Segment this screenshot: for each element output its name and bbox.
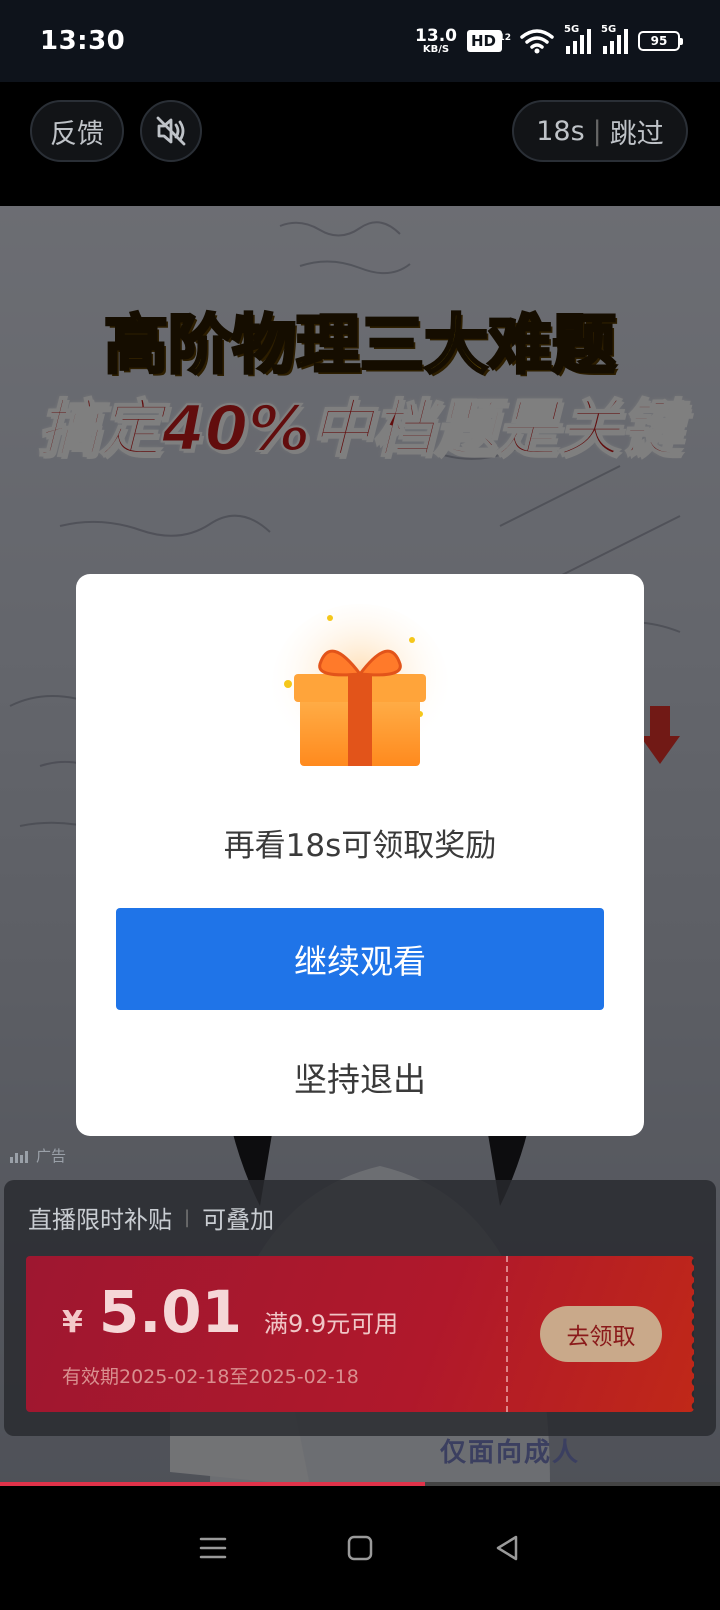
wifi-icon: [520, 29, 554, 54]
reward-dialog: 再看18s可领取奖励 继续观看 坚持退出: [76, 574, 644, 1136]
hd-sim-label: 12: [498, 33, 511, 43]
menu-icon: [200, 1537, 227, 1559]
coupon-amount: 5.01: [98, 1278, 242, 1346]
volume-bars-icon: [10, 1150, 28, 1163]
nav-home-button[interactable]: [340, 1528, 380, 1568]
hd-icon: HD 12: [466, 30, 511, 52]
battery-level: 95: [650, 34, 668, 48]
signal-5g-icon-2: 5G: [601, 24, 628, 54]
reward-message: 再看18s可领取奖励: [223, 828, 497, 864]
screen: 13:30 13.0 KB/S HD 12 5G 5G 95 反馈 18s | …: [0, 0, 720, 1610]
coupon-panel: 直播限时补贴 | 可叠加 ¥ 5.01 满9.9元可用 有效期2025-02-1…: [4, 1180, 716, 1436]
system-nav-bar: [0, 1486, 720, 1610]
skip-countdown: 18s: [536, 115, 585, 147]
network-speed: 13.0 KB/S: [415, 25, 457, 55]
insist-exit-button[interactable]: 坚持退出: [240, 1048, 480, 1106]
back-icon: [496, 1535, 517, 1561]
coupon-panel-stackable: 可叠加: [202, 1206, 275, 1234]
network-speed-unit: KB/S: [422, 43, 450, 55]
status-icons: 13.0 KB/S HD 12 5G 5G 95: [415, 24, 683, 55]
signal-5g-icon-1: 5G: [564, 24, 591, 54]
signal-5g-label-2: 5G: [601, 24, 617, 35]
network-speed-value: 13.0: [415, 25, 457, 46]
nav-menu-button[interactable]: [193, 1528, 233, 1568]
hd-label: HD: [470, 32, 496, 50]
mute-button[interactable]: [140, 100, 202, 162]
gift-box-icon: [272, 604, 448, 766]
coupon-validity: 有效期2025-02-18至2025-02-18: [62, 1366, 359, 1388]
coupon-divider: [506, 1256, 508, 1412]
coupon-amount-row: ¥ 5.01 满9.9元可用: [62, 1278, 398, 1346]
coupon-scallop-edge: [688, 1256, 694, 1412]
adult-only-caption: 仅面向成人: [440, 1438, 581, 1468]
continue-watching-button[interactable]: 继续观看: [116, 908, 604, 1010]
feedback-button[interactable]: 反馈: [30, 100, 124, 162]
coupon-threshold: 满9.9元可用: [263, 1310, 399, 1338]
status-time: 13:30: [40, 26, 126, 56]
coupon-panel-title: 直播限时补贴 | 可叠加: [28, 1200, 274, 1235]
coupon-card[interactable]: ¥ 5.01 满9.9元可用 有效期2025-02-18至2025-02-18 …: [26, 1256, 694, 1412]
currency-symbol: ¥: [62, 1305, 83, 1340]
signal-5g-label-1: 5G: [564, 24, 580, 35]
skip-label: 跳过: [609, 118, 664, 150]
skip-button[interactable]: 18s | 跳过: [512, 100, 688, 162]
skip-separator: |: [592, 115, 602, 147]
coupon-panel-title-text: 直播限时补贴: [28, 1206, 172, 1234]
ad-tag-label: 广告: [36, 1147, 67, 1165]
ad-tag: 广告: [10, 1145, 66, 1166]
battery-icon: 95: [638, 31, 683, 51]
title-divider: |: [184, 1207, 191, 1228]
home-icon: [347, 1535, 373, 1561]
nav-back-button[interactable]: [487, 1528, 527, 1568]
status-bar: 13:30 13.0 KB/S HD 12 5G 5G 95: [0, 0, 720, 82]
speaker-muted-icon: [156, 116, 186, 146]
claim-coupon-button[interactable]: 去领取: [540, 1306, 662, 1362]
